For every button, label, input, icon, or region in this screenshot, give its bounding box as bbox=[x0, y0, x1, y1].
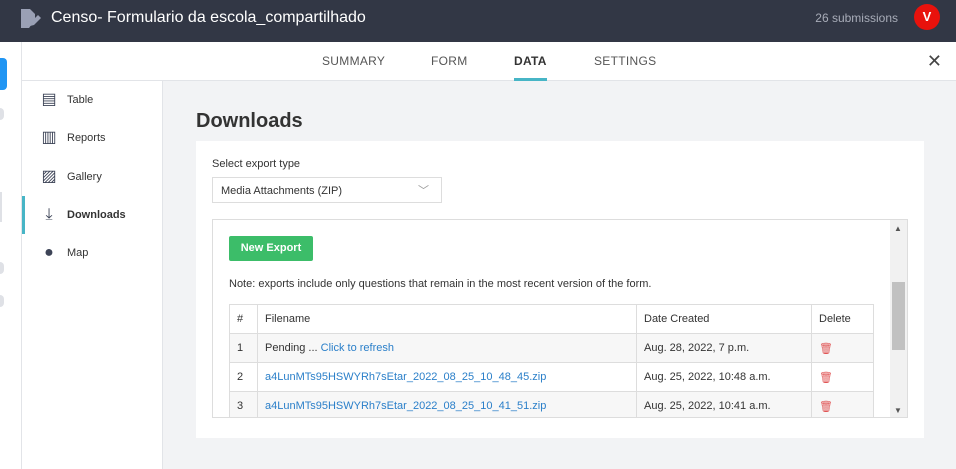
row-number: 1 bbox=[229, 333, 258, 363]
export-type-label: Select export type bbox=[212, 158, 301, 170]
date-created: Aug. 28, 2022, 7 p.m. bbox=[636, 333, 812, 363]
exports-note: Note: exports include only questions tha… bbox=[229, 278, 652, 290]
sidebar-item-table[interactable]: ▤ Table bbox=[22, 81, 163, 119]
form-logo-icon bbox=[21, 9, 41, 28]
scrollbar-thumb[interactable] bbox=[892, 282, 905, 350]
rail-button[interactable] bbox=[0, 192, 2, 222]
table-row: 1 Pending ... Click to refresh Aug. 28, … bbox=[229, 333, 874, 363]
row-number: 2 bbox=[229, 362, 258, 392]
map-pin-icon: ● bbox=[44, 244, 54, 261]
export-file-link[interactable]: a4LunMTs95HSWYRh7sEtar_2022_08_25_10_41_… bbox=[265, 400, 546, 412]
trash-icon[interactable]: 🗑 bbox=[819, 343, 833, 355]
sidebar-item-map[interactable]: ● Map bbox=[22, 234, 163, 272]
date-created: Aug. 25, 2022, 10:41 a.m. bbox=[636, 391, 812, 417]
sidebar-item-reports[interactable]: ▥ Reports bbox=[22, 119, 163, 157]
table-row: 2 a4LunMTs95HSWYRh7sEtar_2022_08_25_10_4… bbox=[229, 362, 874, 392]
scroll-up-icon[interactable]: ▲ bbox=[894, 224, 902, 233]
column-header: Date Created bbox=[636, 304, 812, 334]
sidebar-item-label: Map bbox=[67, 247, 89, 259]
downloads-card: Select export type Media Attachments (ZI… bbox=[196, 141, 924, 438]
close-icon[interactable]: ✕ bbox=[927, 51, 942, 72]
table-icon: ▤ bbox=[41, 91, 57, 108]
form-title: Censo- Formulario da escola_compartilhad… bbox=[51, 9, 366, 26]
export-type-value: Media Attachments (ZIP) bbox=[221, 185, 343, 197]
tab-bar: SUMMARY FORM DATA SETTINGS ✕ bbox=[22, 42, 956, 81]
rail-button[interactable] bbox=[0, 262, 4, 274]
trash-icon[interactable]: 🗑 bbox=[819, 401, 833, 413]
scroll-down-icon[interactable]: ▼ bbox=[894, 406, 902, 415]
rail-button[interactable] bbox=[0, 108, 4, 120]
export-file-link[interactable]: a4LunMTs95HSWYRh7sEtar_2022_08_25_10_48_… bbox=[265, 371, 546, 383]
column-header: Delete bbox=[811, 304, 874, 334]
top-bar: Censo- Formulario da escola_compartilhad… bbox=[0, 0, 956, 42]
rail-button-active[interactable] bbox=[0, 58, 7, 90]
scrollbar[interactable]: ▲ ▼ bbox=[890, 220, 907, 417]
sidebar-item-gallery[interactable]: ▨ Gallery bbox=[22, 158, 163, 196]
tab-settings[interactable]: SETTINGS bbox=[594, 54, 656, 68]
table-header: # Filename Date Created Delete bbox=[229, 304, 874, 334]
row-number: 3 bbox=[229, 391, 258, 417]
trash-icon[interactable]: 🗑 bbox=[819, 372, 833, 384]
date-created: Aug. 25, 2022, 10:48 a.m. bbox=[636, 362, 812, 392]
tab-form[interactable]: FORM bbox=[431, 54, 468, 68]
sidebar-item-label: Downloads bbox=[67, 209, 126, 221]
download-icon: ⤓ bbox=[45, 206, 53, 223]
exports-panel: New Export Note: exports include only qu… bbox=[212, 219, 908, 418]
column-header: Filename bbox=[257, 304, 637, 334]
left-rail bbox=[0, 42, 22, 469]
column-header: # bbox=[229, 304, 258, 334]
export-type-select[interactable]: Media Attachments (ZIP) ﹀ bbox=[212, 177, 442, 203]
rail-button[interactable] bbox=[0, 295, 4, 307]
tab-summary[interactable]: SUMMARY bbox=[322, 54, 385, 68]
tab-data[interactable]: DATA bbox=[514, 54, 547, 81]
table-row: 3 a4LunMTs95HSWYRh7sEtar_2022_08_25_10_4… bbox=[229, 391, 874, 417]
chevron-down-icon: ﹀ bbox=[418, 185, 429, 197]
gallery-icon: ▨ bbox=[41, 168, 57, 185]
pending-status: Pending ... bbox=[265, 342, 318, 354]
reports-icon: ▥ bbox=[41, 129, 57, 146]
sidebar-item-downloads[interactable]: ⤓ Downloads bbox=[22, 196, 163, 234]
data-sidebar: ▤ Table ▥ Reports ▨ Gallery ⤓ Downloads ● Map bbox=[22, 81, 163, 469]
refresh-link[interactable]: Click to refresh bbox=[321, 342, 394, 354]
avatar[interactable]: V bbox=[914, 4, 940, 30]
page-title: Downloads bbox=[196, 110, 303, 132]
sidebar-item-label: Table bbox=[67, 94, 94, 106]
submission-count: 26 submissions bbox=[815, 11, 898, 25]
exports-table: # Filename Date Created Delete 1 Pending… bbox=[229, 304, 874, 417]
sidebar-item-label: Reports bbox=[67, 132, 106, 144]
new-export-button[interactable]: New Export bbox=[229, 236, 313, 261]
sidebar-item-label: Gallery bbox=[67, 171, 102, 183]
